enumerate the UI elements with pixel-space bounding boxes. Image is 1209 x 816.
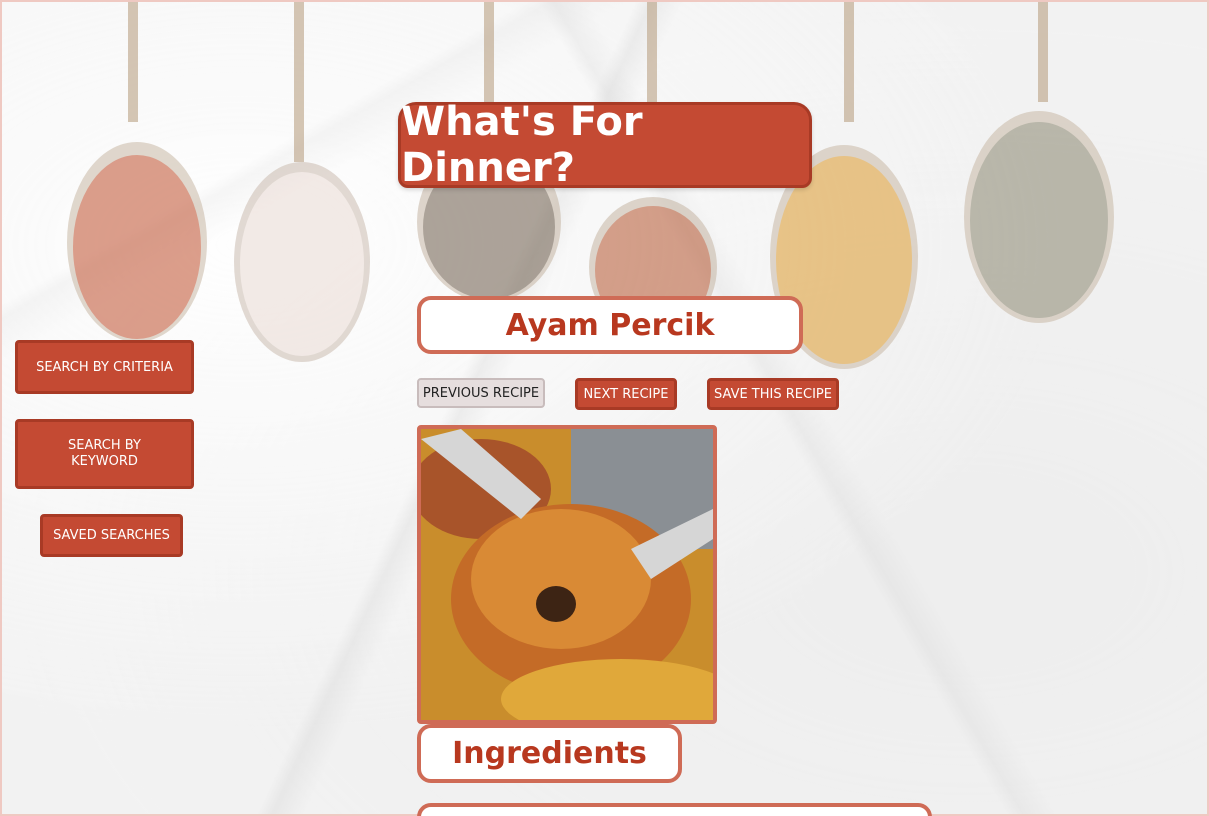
save-recipe-button[interactable]: SAVE THIS RECIPE <box>707 378 839 410</box>
spoon-salt <box>234 2 370 362</box>
search-by-keyword-button[interactable]: SEARCH BY KEYWORD <box>15 419 194 489</box>
next-recipe-button[interactable]: NEXT RECIPE <box>575 378 677 410</box>
previous-recipe-button[interactable]: PREVIOUS RECIPE <box>417 378 545 408</box>
ingredients-list <box>417 803 932 816</box>
spoon-herbs <box>964 2 1114 323</box>
app-title: What's For Dinner? <box>401 99 643 191</box>
ingredients-heading-card: Ingredients <box>417 724 682 783</box>
recipe-photo-image <box>421 429 713 720</box>
search-by-criteria-button[interactable]: SEARCH BY CRITERIA <box>15 340 194 394</box>
recipe-photo <box>417 425 717 724</box>
app-title-banner: What's For Dinner? <box>398 99 812 191</box>
recipe-name: Ayam Percik <box>505 307 715 343</box>
ingredients-heading: Ingredients <box>452 736 647 771</box>
recipe-name-card: Ayam Percik <box>417 296 803 354</box>
spoon-paprika <box>67 2 207 342</box>
saved-searches-button[interactable]: SAVED SEARCHES <box>40 514 183 557</box>
